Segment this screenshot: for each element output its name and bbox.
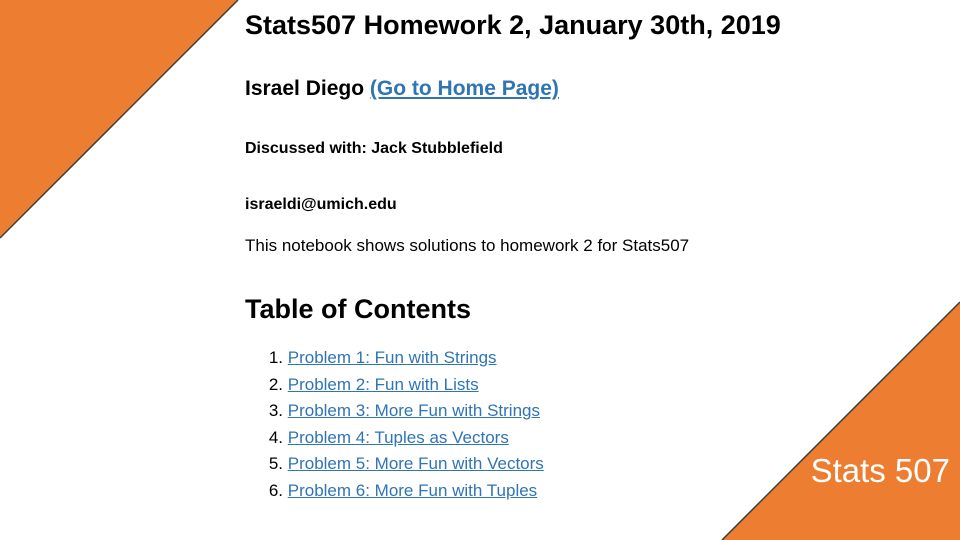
top-left-orange-triangle: [0, 0, 238, 238]
discussed-with: Discussed with: Jack Stubblefield: [245, 140, 503, 157]
toc-link-problem-5[interactable]: Problem 5: More Fun with Vectors: [288, 454, 544, 473]
toc-link-problem-6[interactable]: Problem 6: More Fun with Tuples: [288, 481, 537, 500]
toc-item-number: 2.: [268, 374, 283, 394]
intro-text: This notebook shows solutions to homewor…: [245, 236, 690, 255]
toc-item: 6. Problem 6: More Fun with Tuples: [245, 478, 544, 505]
toc-item-number: 1.: [268, 348, 283, 367]
table-of-contents: 1. Problem 1: Fun with Strings 2. Proble…: [245, 345, 544, 505]
toc-item: 3. Problem 3: More Fun with Strings: [245, 398, 544, 425]
bottom-right-orange-triangle: [722, 302, 960, 540]
toc-link-problem-2[interactable]: Problem 2: Fun with Lists: [288, 375, 479, 394]
toc-item: 5. Problem 5: More Fun with Vectors: [245, 451, 544, 478]
course-badge: Stats 507: [810, 452, 950, 489]
page-title: Stats507 Homework 2, January 30th, 2019: [245, 10, 781, 40]
top-left-triangle-edge: [0, 0, 239, 239]
toc-link-problem-3[interactable]: Problem 3: More Fun with Strings: [288, 401, 540, 420]
toc-item-number: 3.: [268, 401, 283, 421]
toc-item: 2. Problem 2: Fun with Lists: [245, 372, 544, 399]
toc-link-problem-4[interactable]: Problem 4: Tuples as Vectors: [288, 428, 509, 447]
bottom-right-triangle-edge: [721, 301, 960, 540]
author-email: israeldi@umich.edu: [245, 196, 397, 213]
toc-heading: Table of Contents: [245, 294, 471, 324]
slide: Stats507 Homework 2, January 30th, 2019 …: [0, 0, 960, 540]
toc-item-number: 5.: [268, 454, 283, 474]
toc-item-number: 6.: [268, 480, 283, 500]
toc-item: 1. Problem 1: Fun with Strings: [245, 345, 544, 372]
author-heading: Israel Diego (Go to Home Page): [245, 77, 559, 101]
author-name: Israel Diego: [245, 77, 365, 100]
toc-item: 4. Problem 4: Tuples as Vectors: [245, 425, 544, 452]
toc-item-number: 4.: [268, 427, 283, 447]
toc-link-problem-1[interactable]: Problem 1: Fun with Strings: [288, 348, 497, 367]
home-page-link[interactable]: (Go to Home Page): [370, 77, 559, 100]
